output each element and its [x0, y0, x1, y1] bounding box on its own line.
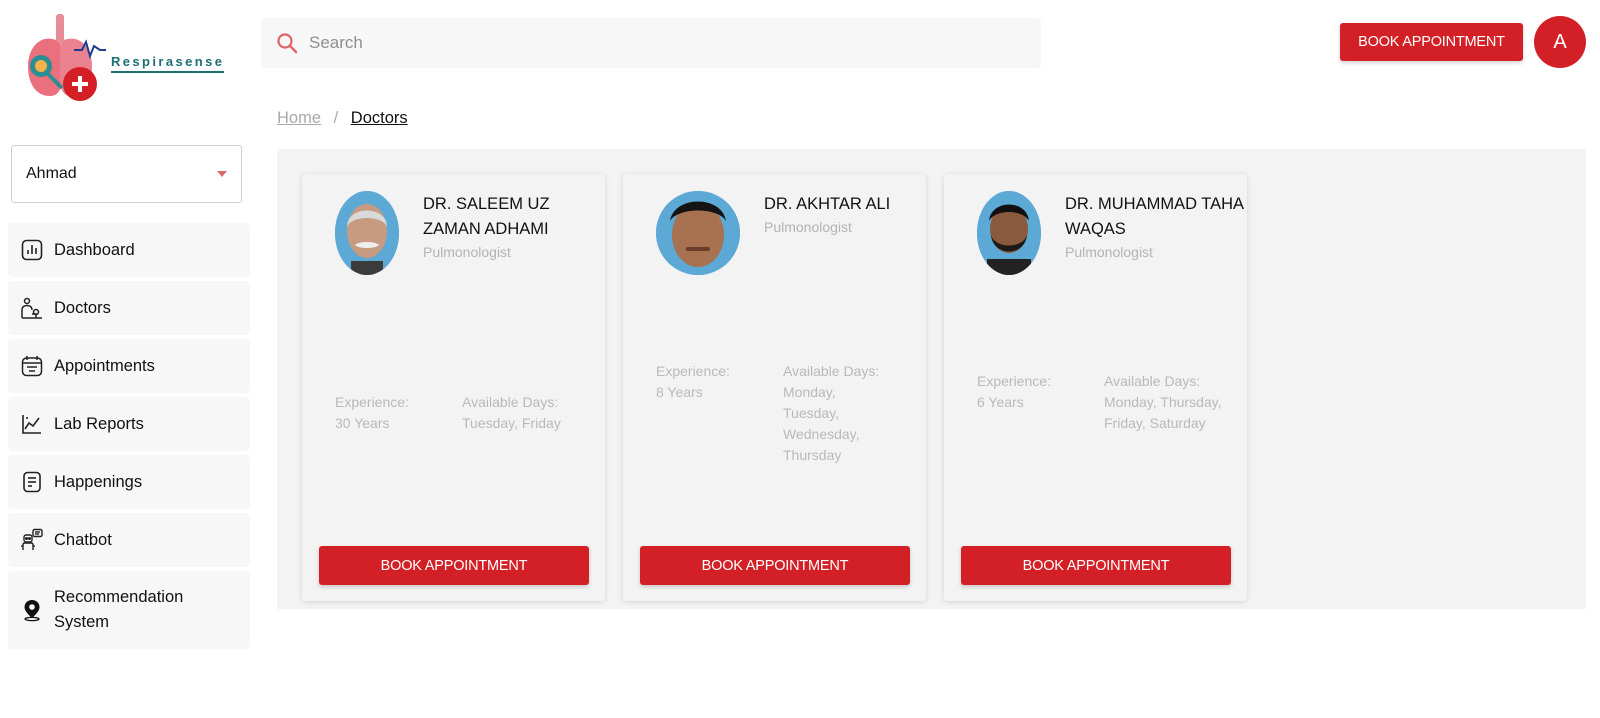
search-icon [277, 33, 298, 54]
sidebar-item-appointments[interactable]: Appointments [8, 339, 250, 393]
sidebar-item-dashboard[interactable]: Dashboard [8, 223, 250, 277]
available-days-label: Available Days: [462, 394, 559, 410]
location-pin-icon [24, 600, 40, 622]
doctor-name: DR. AKHTAR ALI [764, 195, 891, 213]
sidebar-item-label: Dashboard [54, 240, 135, 259]
user-select-value: Ahmad [26, 165, 77, 182]
book-appointment-button[interactable]: BOOK APPOINTMENT [319, 546, 589, 585]
doctor-photo [977, 191, 1041, 275]
user-avatar[interactable]: A [1534, 16, 1586, 68]
document-icon [23, 471, 41, 493]
chatbot-icon [21, 528, 43, 550]
doctor-photo [335, 191, 399, 275]
bar-chart-icon [21, 239, 43, 261]
sidebar-item-label: Recommendation System [54, 588, 184, 631]
doctor-name: DR. MUHAMMAD TAHA WAQAS [1065, 195, 1244, 238]
experience-value: 8 Years [656, 384, 703, 400]
doctor-photo [656, 191, 740, 275]
breadcrumb-separator: / [333, 109, 339, 127]
available-days-value: Tuesday, Friday [462, 415, 561, 431]
doctor-card: DR. AKHTAR ALI Pulmonologist Experience:… [623, 174, 926, 601]
sidebar-item-label: Happenings [54, 472, 143, 491]
app-logo[interactable]: Respirasense [22, 10, 232, 106]
sidebar-item-label: Lab Reports [54, 414, 144, 433]
breadcrumb: Home / Doctors [277, 109, 408, 128]
experience-value: 30 Years [335, 415, 390, 431]
breadcrumb-home-link[interactable]: Home [277, 109, 321, 127]
calendar-icon [21, 356, 43, 377]
book-appointment-button[interactable]: BOOK APPOINTMENT [961, 546, 1231, 585]
header-book-appointment-button[interactable]: BOOK APPOINTMENT [1340, 23, 1523, 61]
sidebar-item-label: Chatbot [54, 530, 112, 549]
doctor-name: DR. SALEEM UZ ZAMAN ADHAMI [423, 195, 550, 238]
available-days-label: Available Days: [783, 363, 880, 379]
search-bar[interactable] [261, 18, 1041, 68]
chevron-down-icon [217, 171, 227, 177]
sidebar-nav: Dashboard Doctors Appointments Lab Repor… [8, 223, 250, 653]
book-appointment-button[interactable]: BOOK APPOINTMENT [640, 546, 910, 585]
doctor-specialty: Pulmonologist [423, 244, 511, 260]
experience-label: Experience: [977, 373, 1051, 389]
doctor-card: DR. SALEEM UZ ZAMAN ADHAMI Pulmonologist… [302, 174, 605, 601]
search-input[interactable] [309, 33, 1009, 53]
logo-text: Respirasense [111, 54, 225, 73]
breadcrumb-current[interactable]: Doctors [351, 109, 408, 127]
sidebar-item-happenings[interactable]: Happenings [8, 455, 250, 509]
available-days-label: Available Days: [1104, 373, 1201, 389]
doctor-icon [21, 297, 42, 319]
sidebar-item-lab-reports[interactable]: Lab Reports [8, 397, 250, 451]
sidebar-item-recommendation-system[interactable]: Recommendation System [8, 571, 250, 649]
available-days-value: Monday, Thursday, Friday, Saturday [1104, 394, 1222, 431]
available-days-value: Monday, Tuesday, Wednesday, Thursday [783, 384, 860, 463]
sidebar-item-doctors[interactable]: Doctors [8, 281, 250, 335]
doctor-card: DR. MUHAMMAD TAHA WAQAS Pulmonologist Ex… [944, 174, 1247, 601]
experience-value: 6 Years [977, 394, 1024, 410]
sidebar-item-chatbot[interactable]: Chatbot [8, 513, 250, 567]
line-chart-icon [22, 415, 41, 434]
user-select-dropdown[interactable]: Ahmad [11, 145, 242, 203]
sidebar-item-label: Doctors [54, 298, 111, 317]
sidebar-item-label: Appointments [54, 356, 155, 375]
doctor-specialty: Pulmonologist [1065, 244, 1153, 260]
doctor-specialty: Pulmonologist [764, 219, 852, 235]
experience-label: Experience: [335, 394, 409, 410]
experience-label: Experience: [656, 363, 730, 379]
